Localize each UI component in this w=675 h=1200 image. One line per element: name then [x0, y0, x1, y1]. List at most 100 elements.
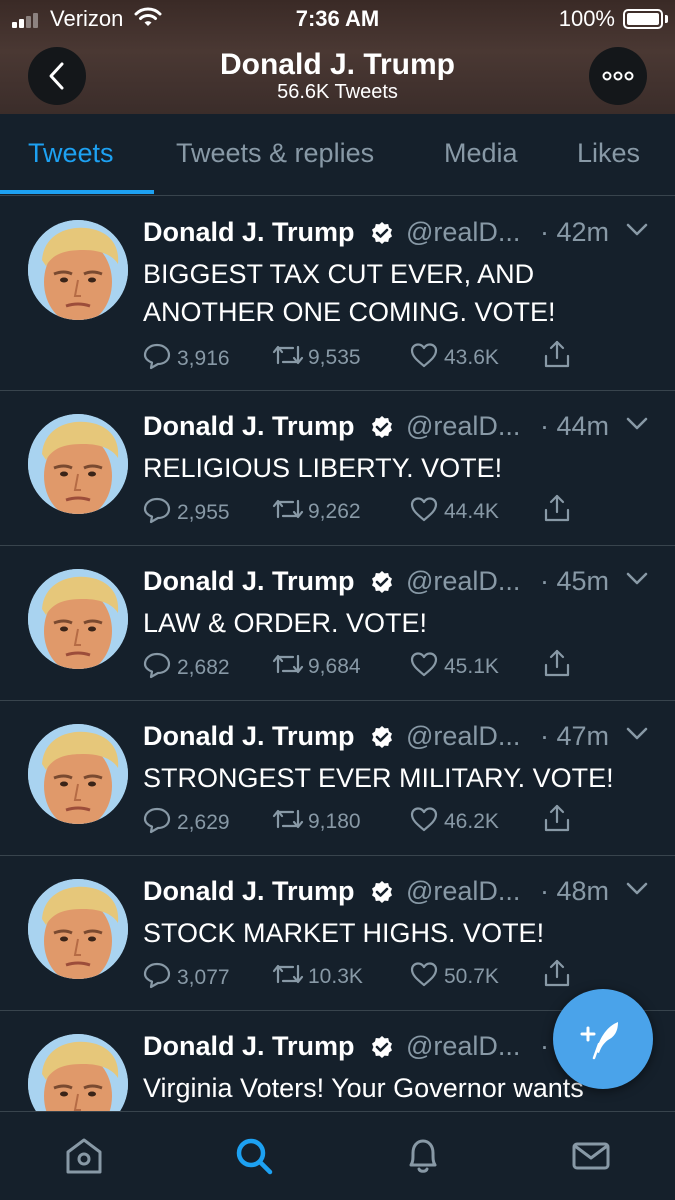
reply-count: 2,682 — [177, 656, 230, 679]
heart-icon — [410, 496, 438, 528]
tweet-author-handle[interactable]: @realD... — [406, 411, 520, 442]
nav-messages[interactable] — [569, 1134, 613, 1178]
tweet-count: 56.6K Tweets — [277, 81, 398, 103]
tweet-actions: 2,629 9,180 46.2K — [143, 803, 643, 840]
tab-media[interactable]: Media — [444, 138, 518, 169]
tweet-author-handle[interactable]: @realD... — [406, 1031, 520, 1062]
reply-icon — [143, 806, 171, 840]
like-button[interactable]: 46.2K — [410, 806, 499, 838]
avatar[interactable] — [28, 414, 128, 514]
share-icon — [543, 339, 571, 375]
retweet-icon — [271, 651, 305, 683]
compose-tweet-button[interactable] — [553, 989, 653, 1089]
like-count: 43.6K — [444, 346, 499, 369]
share-button[interactable] — [543, 493, 571, 529]
active-tab-indicator — [0, 190, 154, 194]
chevron-down-icon[interactable] — [626, 223, 648, 242]
battery-percent: 100% — [558, 6, 615, 31]
verified-badge-icon — [370, 1035, 394, 1064]
reply-icon — [143, 342, 171, 376]
avatar[interactable] — [28, 220, 128, 320]
retweet-icon — [271, 342, 305, 374]
avatar[interactable] — [28, 569, 128, 669]
battery-icon — [623, 9, 663, 29]
nav-search[interactable] — [232, 1134, 276, 1178]
tab-likes[interactable]: Likes — [577, 138, 640, 169]
reply-count: 2,629 — [177, 811, 230, 834]
tab-tweets[interactable]: Tweets — [28, 138, 114, 169]
tweet-author-handle[interactable]: @realD... — [406, 721, 520, 752]
retweet-count: 9,684 — [308, 655, 361, 678]
retweet-count: 9,180 — [308, 810, 361, 833]
retweet-button[interactable]: 9,535 — [271, 342, 361, 374]
verified-badge-icon — [370, 570, 394, 599]
tweet-author-name[interactable]: Donald J. Trump — [143, 721, 355, 752]
share-icon — [543, 803, 571, 839]
reply-count: 3,077 — [177, 966, 230, 989]
retweet-count: 9,262 — [308, 500, 361, 523]
retweet-icon — [271, 806, 305, 838]
tweet-author-name[interactable]: Donald J. Trump — [143, 411, 355, 442]
reply-icon — [143, 961, 171, 995]
nav-home[interactable] — [62, 1134, 106, 1178]
retweet-button[interactable]: 10.3K — [271, 961, 363, 993]
like-button[interactable]: 50.7K — [410, 961, 499, 993]
tweet-text: RELIGIOUS LIBERTY. VOTE! — [143, 453, 503, 483]
nav-notifications[interactable] — [401, 1134, 445, 1178]
share-button[interactable] — [543, 803, 571, 839]
reply-count: 2,955 — [177, 501, 230, 524]
tweet-row[interactable]: Donald J. Trump @realD... · 48m STOCK MARKE… — [0, 856, 675, 1011]
compose-icon — [580, 1022, 618, 1060]
like-button[interactable]: 45.1K — [410, 651, 499, 683]
messages-icon — [572, 1142, 610, 1170]
chevron-down-icon[interactable] — [626, 572, 648, 591]
tweet-row[interactable]: Donald J. Trump @realD... · 45m LAW & ORDER… — [0, 546, 675, 701]
tweet-row[interactable]: Donald J. Trump @realD... · 42m BIGGEST TAX… — [0, 197, 675, 391]
tweet-author-name[interactable]: Donald J. Trump — [143, 566, 355, 597]
avatar[interactable] — [28, 879, 128, 979]
retweet-button[interactable]: 9,180 — [271, 806, 361, 838]
share-button[interactable] — [543, 648, 571, 684]
heart-icon — [410, 651, 438, 683]
heart-icon — [410, 806, 438, 838]
timeline[interactable]: Donald J. Trump @realD... · 42m BIGGEST TAX… — [0, 197, 675, 1111]
more-button[interactable] — [589, 47, 647, 105]
tweet-timestamp: · 48m — [540, 876, 610, 906]
retweet-icon — [271, 496, 305, 528]
tweet-author-handle[interactable]: @realD... — [406, 876, 520, 907]
share-button[interactable] — [543, 339, 571, 375]
tweet-author-name[interactable]: Donald J. Trump — [143, 217, 355, 248]
tweet-author-name[interactable]: Donald J. Trump — [143, 1031, 355, 1062]
reply-button[interactable]: 2,955 — [143, 496, 230, 530]
home-icon — [66, 1138, 102, 1174]
like-button[interactable]: 44.4K — [410, 496, 499, 528]
reply-button[interactable]: 3,077 — [143, 961, 230, 995]
tweet-row[interactable]: Donald J. Trump @realD... · 44m RELIGIOUS L… — [0, 391, 675, 546]
tweet-text: STRONGEST EVER MILITARY. VOTE! — [143, 763, 614, 793]
chevron-down-icon[interactable] — [626, 727, 648, 746]
tweet-actions: 3,916 9,535 43.6K — [143, 339, 643, 376]
retweet-button[interactable]: 9,262 — [271, 496, 361, 528]
tab-tweets-replies[interactable]: Tweets & replies — [176, 138, 374, 169]
tweet-author-handle[interactable]: @realD... — [406, 217, 520, 248]
chevron-down-icon[interactable] — [626, 882, 648, 901]
retweet-button[interactable]: 9,684 — [271, 651, 361, 683]
tweet-author-name[interactable]: Donald J. Trump — [143, 876, 355, 907]
reply-button[interactable]: 2,629 — [143, 806, 230, 840]
verified-badge-icon — [370, 415, 394, 444]
bottom-nav — [0, 1111, 675, 1200]
reply-button[interactable]: 3,916 — [143, 342, 230, 376]
share-button[interactable] — [543, 958, 571, 994]
verified-badge-icon — [370, 221, 394, 250]
reply-button[interactable]: 2,682 — [143, 651, 230, 685]
retweet-icon — [271, 961, 305, 993]
like-button[interactable]: 43.6K — [410, 342, 499, 374]
chevron-down-icon[interactable] — [626, 417, 648, 436]
tweet-author-handle[interactable]: @realD... — [406, 566, 520, 597]
tweet-row[interactable]: Donald J. Trump @realD... · 47m STRONGEST E… — [0, 701, 675, 856]
like-count: 50.7K — [444, 965, 499, 988]
retweet-count: 9,535 — [308, 346, 361, 369]
avatar[interactable] — [28, 724, 128, 824]
share-icon — [543, 958, 571, 994]
avatar[interactable] — [28, 1034, 128, 1111]
